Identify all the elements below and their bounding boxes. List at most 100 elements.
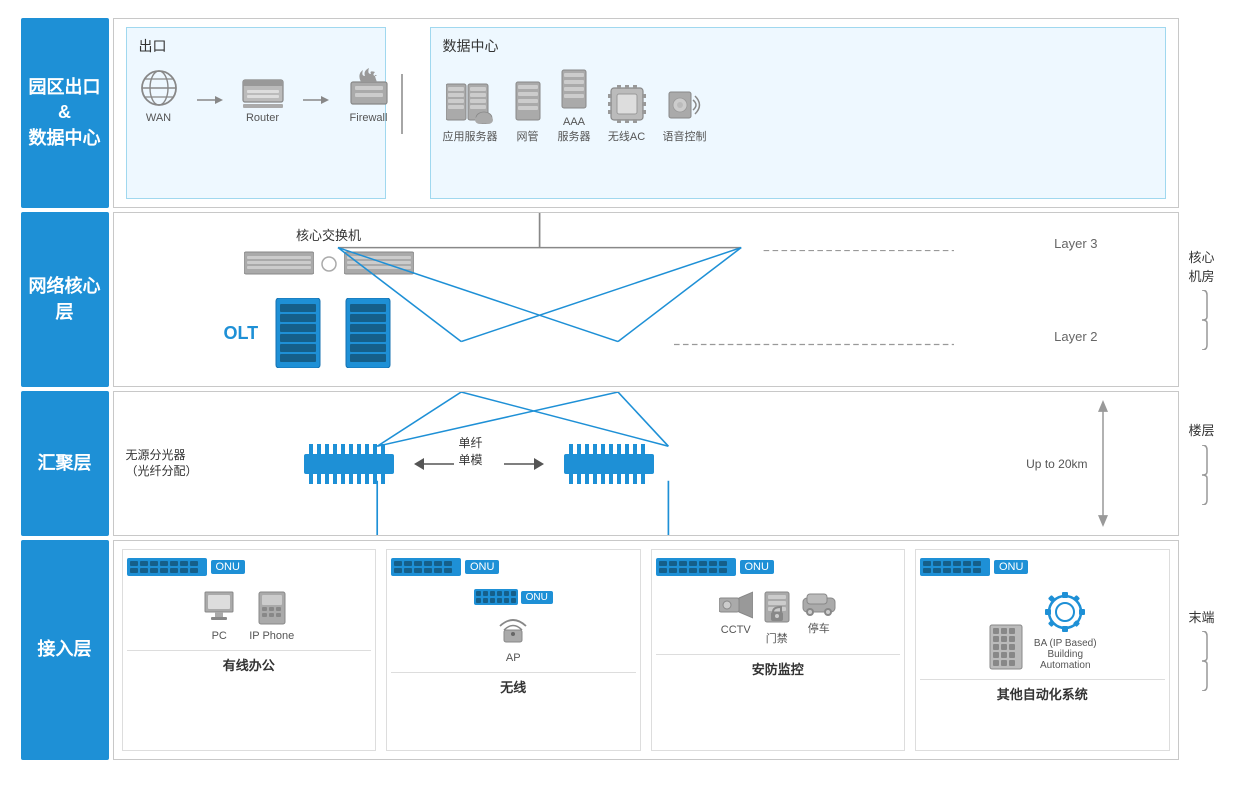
wireless-devices: ONU AP — [474, 588, 553, 664]
aaa-item: AAA服务器 — [558, 68, 591, 144]
voice-ctrl-item: 语音控制 — [663, 84, 707, 144]
security-label: 安防监控 — [656, 654, 901, 678]
core-switch-label: 核心交换机 — [296, 225, 361, 244]
ap-label: AP — [506, 652, 521, 664]
arrow-right — [504, 454, 544, 474]
sub-security: ONU CCTV — [651, 549, 906, 751]
ap-icon — [494, 610, 532, 648]
firewall-item: Firewall — [347, 68, 391, 124]
core-switch-area: 核心交换机 — [244, 225, 414, 278]
ipphone-icon — [257, 590, 287, 626]
row-core: 网络核心层 核心交换机 — [21, 212, 1221, 387]
layer3-text: Layer 3 — [1054, 236, 1097, 251]
content-aggregation: 无源分光器（光纤分配） — [113, 391, 1179, 536]
pc-item: PC — [203, 590, 235, 642]
row-access: 接入层 — [21, 540, 1221, 760]
label-core: 网络核心层 — [21, 212, 109, 387]
voice-ctrl-label: 语音控制 — [663, 128, 707, 144]
connector-exit-dc — [394, 74, 410, 134]
parking-icon — [801, 590, 837, 616]
arrow-left-svg — [414, 454, 454, 474]
ba-gear-icon — [1043, 590, 1087, 634]
netmgr-label: 网管 — [517, 128, 539, 144]
layer2-label: Layer 2 — [1054, 328, 1097, 346]
dc-title: 数据中心 — [443, 36, 1153, 56]
ba-label: BA (IP Based)BuildingAutomation — [1034, 638, 1097, 671]
onu-bar-1: ONU — [127, 556, 372, 578]
brace-terminal — [1195, 631, 1209, 691]
onu-badge-3: ONU — [740, 560, 774, 574]
firewall-label: Firewall — [350, 112, 388, 124]
netmgr-item: 网管 — [514, 80, 542, 144]
splitter-label: 无源分光器（光纤分配） — [126, 447, 198, 481]
security-devices: CCTV 门禁 — [719, 590, 837, 646]
label-aggregation: 汇聚层 — [21, 391, 109, 536]
ipphone-item: IP Phone — [249, 590, 294, 642]
core-switch-icon-2 — [344, 250, 414, 278]
exit-section: 出口 WAN — [126, 27, 386, 199]
brace-coremachine — [1195, 290, 1209, 350]
cctv-label: CCTV — [721, 624, 751, 636]
fiber-mode-label: 单纤单模 — [459, 435, 483, 469]
netmgr-icon — [514, 80, 542, 124]
app-server-label: 应用服务器 — [443, 128, 498, 144]
label-campus-exit: 园区出口&数据中心 — [21, 18, 109, 208]
olt-area: OLT — [224, 298, 399, 368]
olt-label: OLT — [224, 323, 259, 344]
router-item: Router — [241, 74, 285, 124]
right-label-row1 — [1183, 18, 1221, 208]
upkm-arrow — [1096, 400, 1110, 527]
parking-label: 停车 — [808, 620, 830, 636]
parking-item: 停车 — [801, 590, 837, 646]
splitter-device-1 — [304, 444, 394, 484]
inner-onu-bar: ONU — [474, 588, 553, 606]
arrow-right-svg — [504, 454, 544, 474]
splitter-device-2 — [564, 444, 654, 484]
wireless-ac-icon — [607, 84, 647, 124]
wired-devices: PC IP Pho — [203, 590, 294, 642]
wireless-ac-label: 无线AC — [608, 128, 645, 144]
splitter-svg-2 — [564, 444, 654, 484]
layer3-label: Layer 3 — [1054, 235, 1097, 253]
content-core: 核心交换机 — [113, 212, 1179, 387]
right-label-row4: 末端 — [1183, 540, 1221, 760]
automation-label: 其他自动化系统 — [920, 679, 1165, 703]
diagram-container: 园区出口&数据中心 出口 WAN — [21, 18, 1221, 778]
ap-item: AP — [494, 610, 532, 664]
row-campus-exit: 园区出口&数据中心 出口 WAN — [21, 18, 1221, 208]
content-campus-exit: 出口 WAN — [113, 18, 1179, 208]
switch-connector-icon — [320, 255, 338, 273]
firewall-icon — [347, 68, 391, 108]
layer2-text: Layer 2 — [1054, 329, 1097, 344]
arrow-router-firewall — [303, 94, 329, 106]
router-label: Router — [246, 112, 279, 124]
globe-icon — [139, 68, 179, 108]
aaa-label: AAA服务器 — [558, 116, 591, 144]
cctv-icon — [719, 590, 753, 620]
doorgua-item: 门禁 — [763, 590, 791, 646]
splitter-svg-1 — [304, 444, 394, 484]
datacenter-section: 数据中心 — [430, 27, 1166, 199]
exit-icon-row: WAN Rout — [139, 68, 373, 124]
exit-title: 出口 — [139, 36, 373, 56]
onu-badge-2a: ONU — [465, 560, 499, 574]
onu-bar-4: ONU — [920, 556, 1165, 578]
wan-label: WAN — [146, 112, 171, 124]
onu-badge-2b: ONU — [521, 591, 553, 604]
core-switch-icon-1 — [244, 250, 314, 278]
onu-device-3 — [656, 556, 736, 578]
content-access: ONU PC — [113, 540, 1179, 760]
arrow-left — [414, 454, 454, 474]
olt-device-2 — [338, 298, 398, 368]
dc-icon-row: 应用服务器 网管 — [443, 68, 1153, 144]
cctv-item: CCTV — [719, 590, 753, 646]
onu-bar-3: ONU — [656, 556, 901, 578]
switch-connector — [320, 250, 338, 278]
inner-onu-device — [474, 588, 518, 606]
onu-device-4 — [920, 556, 990, 578]
brace-floor — [1195, 445, 1209, 505]
upkm-label: Up to 20km — [1026, 457, 1087, 471]
arrow-wan-router — [197, 94, 223, 106]
doorgua-label: 门禁 — [766, 630, 788, 646]
onu-bar-2: ONU — [391, 556, 636, 578]
